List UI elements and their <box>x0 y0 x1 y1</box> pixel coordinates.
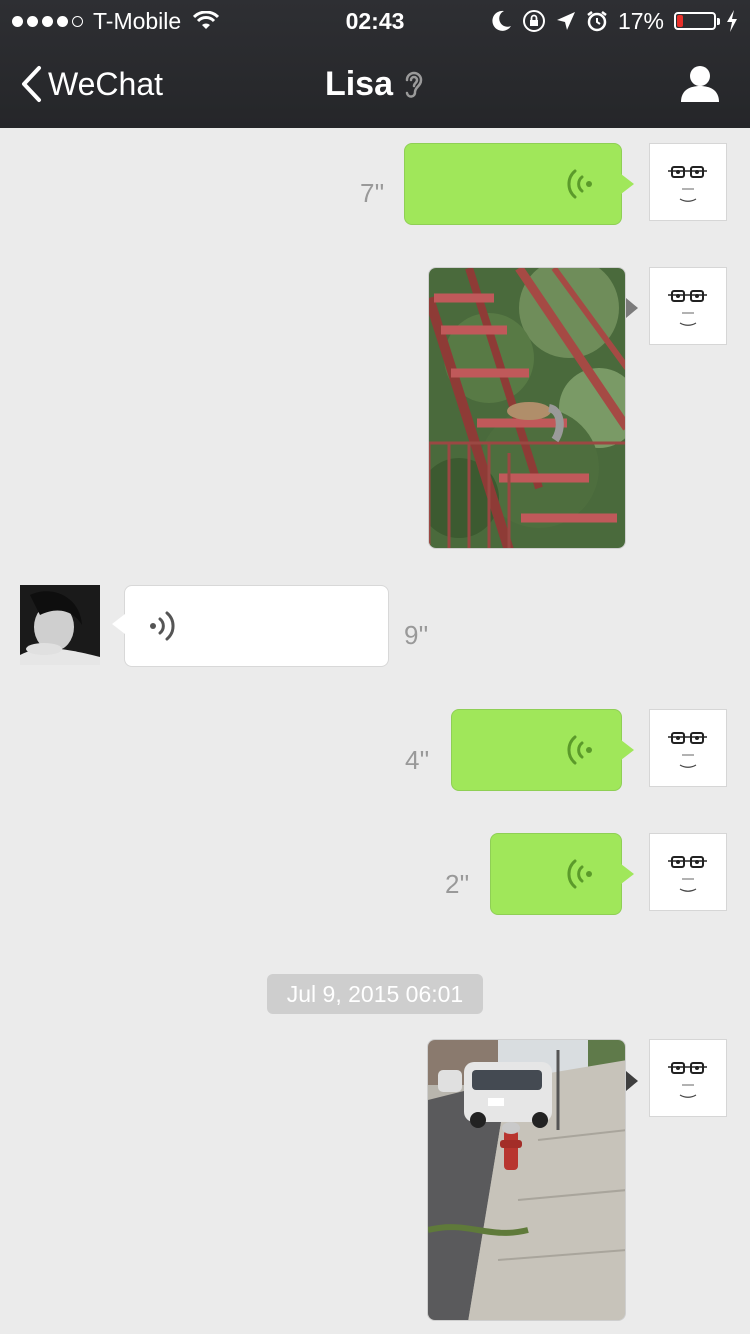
header: T-Mobile 02:43 17% WeChat Lisa <box>0 0 750 128</box>
message-timestamp: Jul 9, 2015 06:01 <box>267 974 483 1014</box>
battery-icon <box>674 12 720 30</box>
charging-bolt-icon <box>727 10 737 32</box>
voice-duration: 2'' <box>445 869 470 899</box>
rotation-lock-icon <box>522 10 545 32</box>
location-arrow-icon <box>556 12 575 30</box>
avatar-face-sketch <box>667 290 708 327</box>
status-bar-right: 17% <box>492 6 738 36</box>
lisa-avatar[interactable] <box>20 585 100 665</box>
image-message[interactable] <box>427 1039 626 1321</box>
contact-profile-button[interactable] <box>680 64 720 104</box>
image-message[interactable] <box>428 267 626 549</box>
avatar-face-sketch <box>667 1062 708 1099</box>
voice-wave-icon <box>567 169 592 199</box>
contact-name: Lisa <box>324 64 394 103</box>
street-hydrant-photo <box>428 1040 625 1320</box>
voice-wave-icon <box>567 859 592 889</box>
battery-level <box>677 15 683 27</box>
earpiece-mode-icon <box>405 71 423 98</box>
my-avatar[interactable] <box>649 709 727 787</box>
avatar-face-sketch <box>667 856 708 893</box>
avatar-face-sketch <box>667 166 708 203</box>
voice-duration: 4'' <box>405 745 430 775</box>
voice-wave-icon <box>567 735 592 765</box>
voice-message-bubble[interactable] <box>490 833 634 915</box>
voice-message-bubble[interactable] <box>404 143 634 225</box>
my-avatar[interactable] <box>649 1039 727 1117</box>
my-avatar[interactable] <box>649 267 727 345</box>
battery-percent: 17% <box>617 7 664 34</box>
voice-message-bubble[interactable] <box>112 585 389 667</box>
voice-duration: 9'' <box>404 620 429 650</box>
fire-escape-squirrel-photo <box>429 268 625 548</box>
image-bubble-tail <box>626 298 638 318</box>
alarm-icon <box>587 11 607 32</box>
voice-duration: 7'' <box>360 178 385 208</box>
moon-icon <box>492 10 511 31</box>
my-avatar[interactable] <box>649 833 727 911</box>
image-bubble-tail <box>626 1071 638 1091</box>
my-avatar[interactable] <box>649 143 727 221</box>
voice-message-bubble[interactable] <box>451 709 634 791</box>
lisa-portrait-photo <box>20 585 100 665</box>
chat-title: Lisa <box>0 62 750 106</box>
avatar-face-sketch <box>667 732 708 769</box>
voice-wave-icon <box>150 611 175 641</box>
